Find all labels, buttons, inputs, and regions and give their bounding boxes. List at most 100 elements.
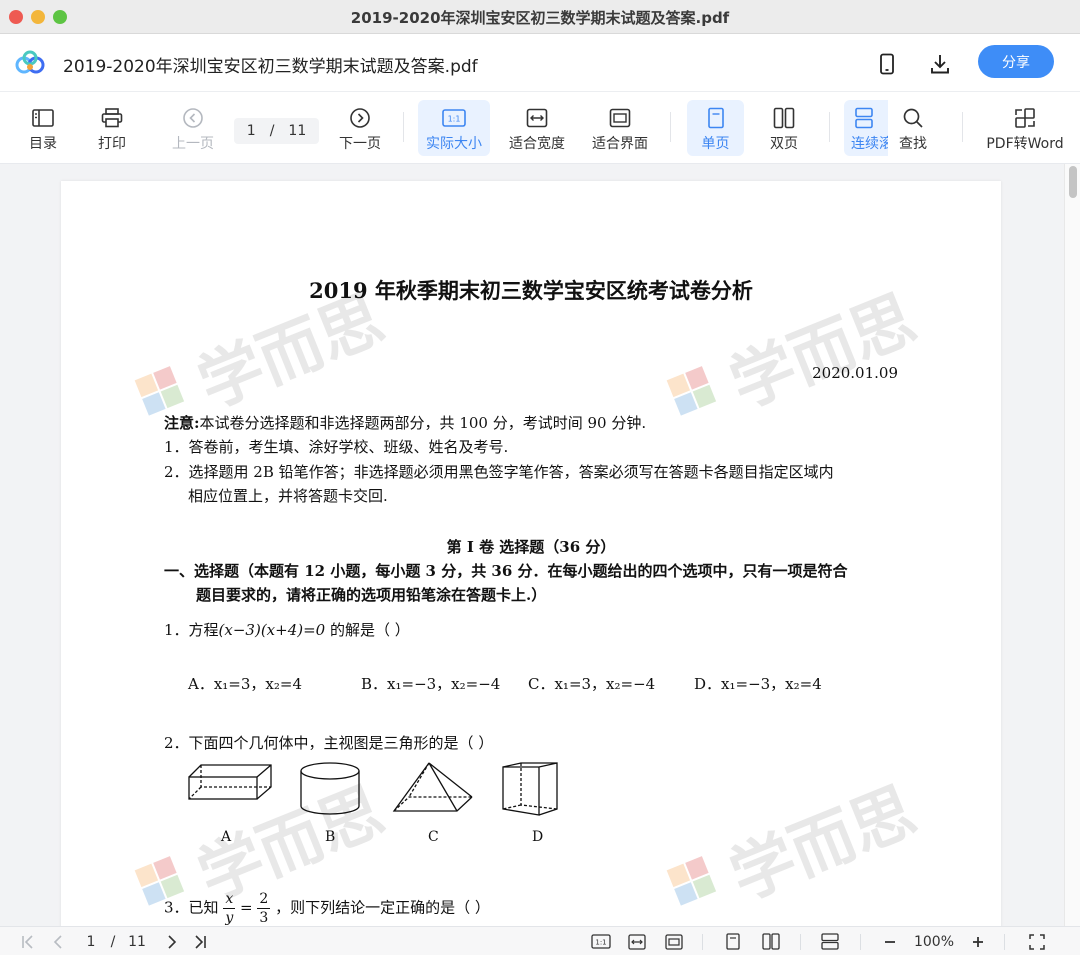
question-3-suffix: ，则下列结论一定正确的是（ ） — [275, 898, 490, 917]
figure-label-d: D — [532, 829, 544, 845]
note-line: 注意:本试卷分选择题和非选择题两部分，共 100 分，考试时间 90 分钟. — [164, 412, 646, 434]
scrollbar-thumb[interactable] — [1069, 166, 1077, 198]
continuous-scroll-icon — [851, 106, 877, 130]
solid-figures-diagram — [188, 762, 558, 816]
share-button[interactable]: 分享 — [978, 45, 1054, 78]
status-divider — [1004, 934, 1005, 950]
status-double-page-button[interactable] — [760, 931, 782, 952]
note-text: 本试卷分选择题和非选择题两部分，共 100 分，考试时间 90 分钟. — [199, 414, 647, 432]
toc-label: 目录 — [29, 136, 57, 152]
question-1-equation: (x−3)(x+4)=0 — [218, 621, 326, 639]
figure-label-a: A — [221, 829, 232, 845]
print-label: 打印 — [98, 136, 126, 152]
pdf-to-word-button[interactable]: PDF转Word — [984, 100, 1066, 156]
rule-2: 2．选择题用 2B 铅笔作答；非选择题必须用黑色签字笔作答，答案必须写在答题卡各… — [164, 463, 834, 481]
rule-2-continued: 相应位置上，并将答题卡交回. — [188, 487, 388, 505]
status-divider — [702, 934, 703, 950]
minus-icon — [885, 940, 895, 943]
pdf-page: 学而思 学而思 学而思 学而思 2019 年秋季期末初三数学宝安区统考试卷分析 … — [61, 181, 1001, 926]
status-actual-size-button[interactable]: 1:1 — [590, 931, 612, 952]
svg-text:1:1: 1:1 — [448, 115, 461, 124]
question-1-prefix: 1．方程 — [164, 621, 219, 639]
convert-icon — [1012, 106, 1038, 130]
cuboid-figure — [188, 764, 272, 800]
status-fit-page-button[interactable] — [663, 931, 685, 952]
search-button[interactable]: 查找 — [890, 100, 936, 156]
page-number-input[interactable]: 1 / 11 — [234, 118, 319, 144]
rule-1: 1．答卷前，考生填、涂好学校、班级、姓名及考号. — [164, 438, 509, 456]
question-3: 3．已知 x y = 2 3 ，则下列结论一定正确的是（ ） — [164, 890, 490, 926]
pdf-to-word-label: PDF转Word — [986, 136, 1064, 152]
watermark-text: 学而思 — [720, 774, 927, 915]
question-2: 2．下面四个几何体中，主视图是三角形的是（ ） — [164, 734, 494, 752]
double-page-button[interactable]: 双页 — [757, 100, 811, 156]
printer-icon — [99, 106, 125, 130]
continuous-scroll-button[interactable]: 连续滚 — [844, 100, 888, 156]
next-page-button[interactable]: 下一页 — [337, 100, 383, 156]
status-divider — [800, 934, 801, 950]
prev-page-button[interactable]: 上一页 — [170, 100, 216, 156]
zoom-out-button[interactable] — [880, 931, 900, 952]
chevron-right-circle-icon — [347, 106, 373, 130]
actual-size-icon: 1:1 — [441, 106, 467, 130]
actual-size-icon: 1:1 — [591, 934, 611, 949]
baidu-netdisk-logo-icon — [15, 50, 45, 74]
page-separator: / — [269, 123, 275, 139]
last-page-button[interactable] — [190, 931, 210, 952]
fit-width-button[interactable]: 适合宽度 — [505, 100, 569, 156]
part-one-instructions: 一、选择题（本题有 12 小题，每小题 3 分，共 36 分．在每小题给出的四个… — [164, 562, 848, 580]
toolbar-divider — [670, 112, 671, 142]
status-continuous-button[interactable] — [819, 931, 841, 952]
zoom-in-button[interactable] — [968, 931, 988, 952]
phone-icon — [880, 53, 894, 75]
status-single-page-button[interactable] — [722, 931, 744, 952]
double-page-icon — [771, 106, 797, 130]
next-page-status-button[interactable] — [162, 931, 182, 952]
cylinder-figure — [300, 762, 360, 815]
current-page: 1 — [246, 123, 256, 139]
question-1: 1．方程(x−3)(x+4)=0 的解是（ ） — [164, 619, 410, 641]
fullscreen-button[interactable] — [1026, 931, 1048, 952]
first-page-button[interactable] — [18, 931, 38, 952]
last-page-icon — [195, 934, 206, 949]
equals-sign: = — [240, 898, 253, 917]
pyramid-figure — [392, 762, 473, 812]
chevron-left-icon — [53, 934, 62, 949]
status-fit-width-button[interactable] — [626, 931, 648, 952]
download-button[interactable] — [924, 48, 956, 80]
vertical-scrollbar[interactable] — [1064, 164, 1080, 926]
prev-page-status-button[interactable] — [48, 931, 68, 952]
chevron-left-circle-icon — [180, 106, 206, 130]
exam-title: 2019 年秋季期末初三数学宝安区统考试卷分析 — [309, 278, 753, 303]
total-pages: 11 — [288, 123, 307, 139]
toolbar-divider — [962, 112, 963, 142]
fit-width-label: 适合宽度 — [509, 136, 565, 152]
continuous-scroll-label: 连续滚 — [851, 136, 888, 152]
search-icon — [900, 106, 926, 130]
fit-page-icon — [665, 933, 683, 950]
single-page-icon — [703, 106, 729, 130]
zoom-level[interactable]: 100% — [908, 931, 960, 952]
status-current-page[interactable]: 1 — [82, 931, 100, 952]
question-1-option-d: D．x₁=−3，x₂=4 — [694, 675, 822, 693]
prev-page-label: 上一页 — [172, 136, 214, 152]
question-1-option-a: A．x₁=3，x₂=4 — [188, 675, 303, 693]
print-button[interactable]: 打印 — [92, 100, 132, 156]
actual-size-button[interactable]: 1:1 实际大小 — [418, 100, 490, 156]
question-3-prefix: 3．已知 — [164, 898, 219, 917]
fit-width-icon — [628, 933, 646, 950]
status-divider — [860, 934, 861, 950]
question-1-option-b: B．x₁=−3，x₂=−4 — [361, 675, 501, 693]
watermark-logo-icon — [666, 365, 722, 420]
exam-date: 2020.01.09 — [812, 364, 898, 382]
toolbar-divider — [403, 112, 404, 142]
chevron-right-icon — [168, 934, 177, 949]
fit-page-button[interactable]: 适合界面 — [588, 100, 652, 156]
fullscreen-icon — [1029, 933, 1045, 950]
single-page-button[interactable]: 单页 — [687, 100, 744, 156]
plus-icon — [973, 936, 983, 947]
phone-view-button[interactable] — [871, 48, 903, 80]
next-page-label: 下一页 — [339, 136, 381, 152]
toc-button[interactable]: 目录 — [23, 100, 63, 156]
document-viewer[interactable]: 学而思 学而思 学而思 学而思 2019 年秋季期末初三数学宝安区统考试卷分析 … — [0, 164, 1080, 926]
